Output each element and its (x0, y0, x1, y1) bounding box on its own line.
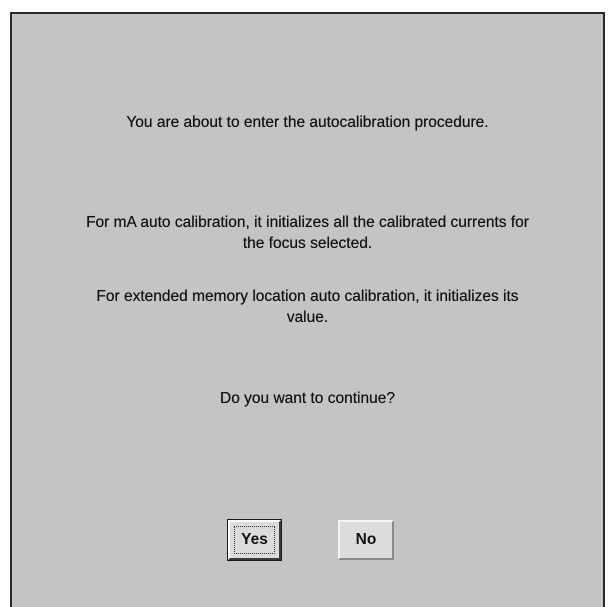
focus-indicator (234, 526, 275, 554)
continue-question: Do you want to continue? (220, 390, 395, 407)
ma-calibration-message: For mA auto calibration, it initializes … (12, 212, 603, 254)
ma-calibration-line-1: For mA auto calibration, it initializes … (86, 214, 529, 231)
intro-message: You are about to enter the autocalibrati… (126, 114, 489, 131)
no-button[interactable]: No (338, 520, 394, 560)
no-button-label: No (355, 531, 377, 548)
ma-calibration-line-2: the focus selected. (242, 235, 373, 252)
autocalibration-dialog: You are about to enter the autocalibrati… (10, 12, 605, 607)
yes-button[interactable]: Yes (228, 520, 281, 560)
extended-memory-message: For extended memory location auto calibr… (12, 286, 603, 328)
extended-memory-line-2: value. (286, 309, 329, 326)
extended-memory-line-1: For extended memory location auto calibr… (96, 288, 519, 305)
